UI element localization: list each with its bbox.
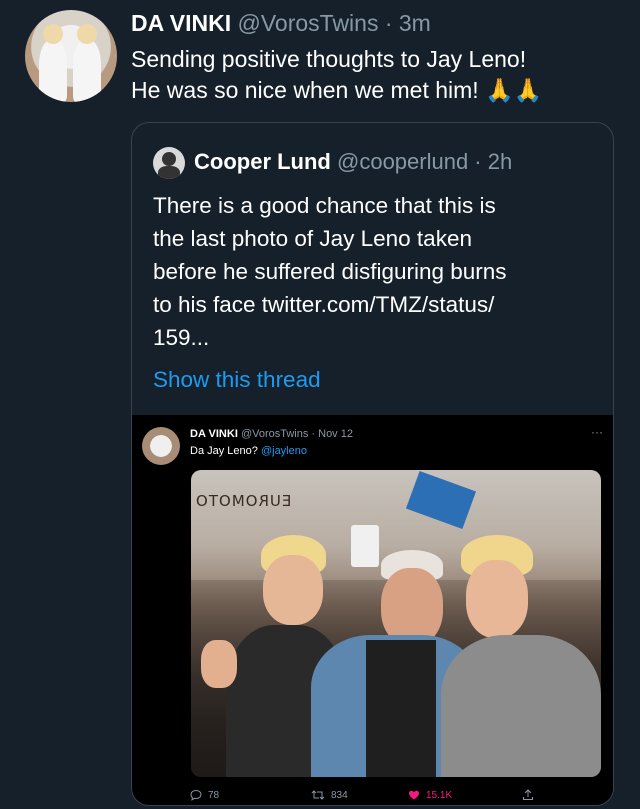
author-handle-time[interactable]: @VorosTwins · 3m	[238, 10, 431, 36]
like-count: 15.1K	[426, 789, 453, 801]
more-options-icon: ···	[591, 425, 603, 439]
retweet-count: 834	[331, 789, 348, 801]
jay-shirt	[366, 640, 436, 777]
quoted-author-handle-time[interactable]: @cooperlund · 2h	[337, 149, 512, 174]
heart-icon	[409, 790, 419, 800]
quoted-text-line: the last photo of Jay Leno taken	[153, 226, 472, 251]
quoted-text-line: There is a good chance that this is	[153, 193, 496, 218]
reply-count: 78	[208, 789, 220, 801]
reply-icon	[190, 789, 202, 801]
quoted-tweet-text: There is a good chance that this is the …	[153, 189, 593, 354]
store-sign-text: EUROMOTO	[195, 492, 292, 510]
embedded-tweet-header: DA VINKI @VorosTwins · Nov 12	[190, 428, 353, 440]
share-icon	[523, 789, 533, 800]
quoted-text-line[interactable]: 159...	[153, 321, 593, 354]
reply-action: 78	[190, 789, 219, 801]
tweet-text-line: He was so nice when we met him! 🙏🙏	[131, 77, 543, 103]
embedded-action-bar: 78 834 15.1K	[132, 787, 613, 805]
quoted-tweet-header: Cooper Lund @cooperlund · 2h	[194, 149, 512, 175]
share-action	[522, 789, 534, 801]
author-avatar[interactable]	[25, 10, 117, 102]
quoted-author-name[interactable]: Cooper Lund	[194, 149, 331, 174]
embedded-mention: @jayleno	[260, 445, 307, 457]
quoted-tweet[interactable]: Cooper Lund @cooperlund · 2h There is a …	[131, 122, 614, 806]
store-banner	[351, 525, 379, 567]
person-right-face	[466, 560, 528, 638]
show-thread-link[interactable]: Show this thread	[153, 367, 321, 393]
like-action: 15.1K	[408, 789, 452, 801]
tweet-text-line: Sending positive thoughts to Jay Leno!	[131, 46, 527, 72]
embedded-handle-time: @VorosTwins · Nov 12	[240, 428, 353, 440]
embedded-text-prefix: Da Jay Leno?	[190, 445, 258, 457]
author-name[interactable]: DA VINKI	[131, 10, 231, 36]
hanging-sign	[405, 470, 477, 530]
person-right-body	[441, 635, 601, 777]
embedded-photo: EUROMOTO	[191, 470, 601, 777]
quoted-text-line[interactable]: to his face twitter.com/TMZ/status/	[153, 288, 593, 321]
retweet-icon	[311, 790, 325, 800]
embedded-author-avatar	[142, 427, 180, 465]
quoted-text-line: before he suffered disfiguring burns	[153, 259, 507, 284]
embedded-author-name: DA VINKI	[190, 428, 238, 440]
tweet-header: DA VINKI @VorosTwins · 3m	[131, 10, 431, 37]
person-left-face	[263, 555, 323, 625]
tweet-text: Sending positive thoughts to Jay Leno! H…	[131, 44, 621, 106]
retweet-action: 834	[311, 789, 348, 801]
thumbs-up-hand	[201, 640, 237, 688]
quoted-author-avatar[interactable]	[153, 147, 185, 179]
embedded-tweet-text: Da Jay Leno? @jayleno	[190, 445, 307, 457]
embedded-tweet-screenshot: DA VINKI @VorosTwins · Nov 12 ··· Da Jay…	[132, 415, 613, 805]
